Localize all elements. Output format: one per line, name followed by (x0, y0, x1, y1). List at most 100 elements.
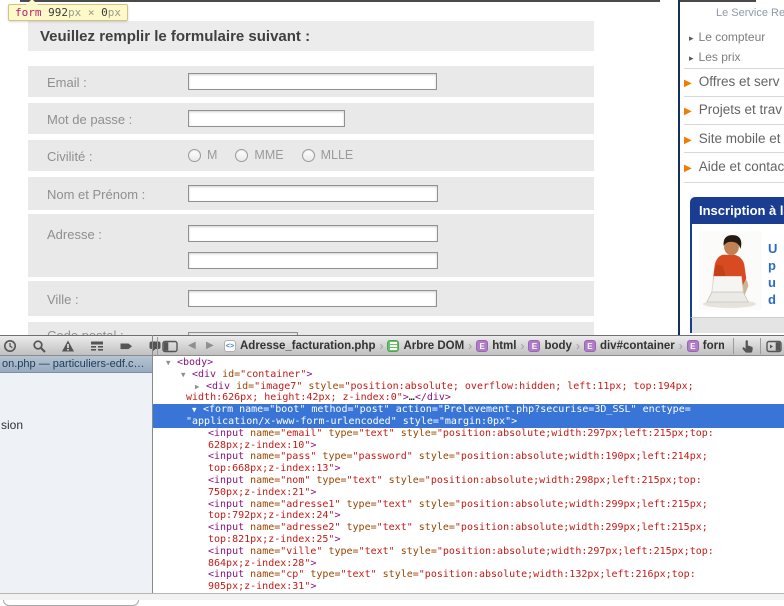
dom-tree: ▼<body>▼<div id="container">▶<div id="im… (153, 356, 784, 593)
back-icon[interactable]: ◀ (188, 340, 196, 351)
dom-tree-line[interactable]: "application/x-www-form-urlencoded" styl… (153, 416, 784, 428)
dom-tree-line[interactable]: ▶<div id="image7" style="position:absolu… (153, 381, 784, 393)
form-row-address: Adresse : (28, 214, 594, 277)
inspector-sidebar-title: on.php — particuliers-edf.c… (0, 356, 152, 373)
form-row-password: Mot de passe : (28, 103, 594, 134)
promo-text-line: p (768, 258, 776, 273)
records-icon[interactable] (89, 338, 105, 354)
orange-arrow-icon: ▶ (684, 78, 692, 89)
form-row-email: Email : (28, 66, 594, 97)
dom-tree-line[interactable]: <input name="adresse1" type="text" style… (153, 499, 784, 511)
radio-mlle-label: MLLE (321, 148, 354, 162)
orange-arrow-icon: ▶ (684, 163, 692, 174)
dom-tree-line[interactable]: 750px;z-index:21"> (153, 487, 784, 499)
element-icon: E (528, 340, 540, 352)
promo-text-line: U (768, 241, 777, 256)
orange-arrow-icon: ▶ (684, 106, 692, 117)
document-icon: <> (224, 340, 236, 352)
toggle-sidebar-left-icon[interactable] (162, 338, 178, 354)
radio-mme[interactable] (235, 149, 248, 162)
email-label: Email : (47, 75, 87, 90)
dom-tree-line[interactable]: width:626px; height:42px; z-index:0">…</… (153, 392, 784, 404)
dom-tree-line[interactable]: ▼<form name="boot" method="post" action=… (153, 404, 784, 416)
sidebar-item-mobile[interactable]: ▶Site mobile et (684, 131, 781, 146)
dom-tree-icon (387, 340, 399, 352)
password-field[interactable] (188, 110, 345, 127)
inspector-sidebar-item[interactable]: sion (1, 418, 23, 432)
search-icon[interactable] (31, 338, 47, 354)
address-label: Adresse : (47, 227, 102, 242)
divider (684, 96, 784, 97)
civility-label: Civilité : (47, 149, 93, 164)
radio-mlle[interactable] (302, 149, 315, 162)
email-field[interactable] (188, 73, 437, 90)
dom-tree-line[interactable]: ▼<div id="container"> (153, 369, 784, 381)
timeline-icon[interactable] (2, 338, 18, 354)
form-row-civility: Civilité : M MME MLLE (28, 140, 594, 171)
tooltip-tag: form (15, 6, 42, 19)
tooltip-arrow-icon (26, 0, 38, 5)
sidebar-item-projets[interactable]: ▶Projets et trav (684, 102, 782, 117)
breakpoints-icon[interactable] (118, 338, 134, 354)
dom-tree-line[interactable]: <input name="cp" type="text" style="posi… (153, 569, 784, 581)
chevron-right-icon: › (468, 339, 472, 353)
divider (684, 152, 784, 153)
element-icon: E (687, 340, 699, 352)
promo-text-line: d (768, 292, 776, 307)
breadcrumb-item-html[interactable]: E html (476, 340, 516, 352)
civility-radio-group: M MME MLLE (188, 148, 371, 162)
dom-tree-line[interactable]: <input name="ville" type="text" style="p… (153, 546, 784, 558)
dom-tree-line[interactable]: ▼<body> (153, 357, 784, 369)
console-icon[interactable] (147, 338, 163, 354)
promo-text-line: u (768, 275, 776, 290)
address-line1-field[interactable] (188, 225, 438, 242)
promo-body: U p u d (690, 224, 784, 317)
breadcrumb: <> Adresse_facturation.php › Arbre DOM ›… (224, 336, 724, 356)
breadcrumb-item-container[interactable]: E div#container (584, 340, 675, 352)
address-line2-field[interactable] (188, 252, 438, 269)
dom-tree-line[interactable]: <input name="adresse2" type="text" style… (153, 522, 784, 534)
content-divider (678, 0, 680, 335)
node-size-tooltip: form 992px × 0px (8, 4, 128, 21)
dom-tree-line[interactable]: <input name="email" type="text" style="p… (153, 428, 784, 440)
sidebar-item-compteur[interactable]: ▸Le compteur (689, 30, 765, 44)
chevron-right-icon: › (520, 339, 524, 353)
radio-m-label: M (207, 148, 217, 162)
radio-m[interactable] (188, 149, 201, 162)
breadcrumb-item-body[interactable]: E body (528, 340, 571, 352)
breadcrumb-item-domtree[interactable]: Arbre DOM (387, 340, 464, 352)
breadcrumb-item-form[interactable]: E form (687, 340, 724, 352)
toolbar-right-group (733, 338, 782, 354)
sidebar-item-prix[interactable]: ▸Les prix (689, 50, 741, 64)
triangle-icon: ▸ (689, 53, 694, 63)
sidebar-item-aide[interactable]: ▶Aide et contac (684, 159, 784, 174)
dom-tree-line[interactable]: top:668px;z-index:13"> (153, 463, 784, 475)
dom-tree-line[interactable]: 864px;z-index:28"> (153, 558, 784, 570)
city-field[interactable] (188, 290, 437, 307)
promo-box: Inscription à la U p u d (690, 197, 784, 333)
radio-mme-label: MME (254, 148, 283, 162)
triangle-icon: ▸ (689, 33, 694, 43)
toggle-sidebar-right-icon[interactable] (766, 338, 782, 354)
breadcrumb-item-file[interactable]: <> Adresse_facturation.php (224, 340, 375, 352)
service-heading: Le Service Rel (716, 7, 784, 19)
dom-tree-line[interactable]: 628px;z-index:10"> (153, 440, 784, 452)
inspector-bottom-bar (0, 593, 784, 600)
dom-tree-line[interactable]: <input name="nom" type="text" style="pos… (153, 475, 784, 487)
form-row-city: Ville : (28, 281, 594, 316)
dom-tree-line[interactable]: top:821px;z-index:25"> (153, 534, 784, 546)
chevron-right-icon: › (576, 339, 580, 353)
inspector-sidebar: on.php — particuliers-edf.c… sion (0, 356, 152, 600)
name-field[interactable] (188, 185, 438, 202)
inspect-hand-icon[interactable] (739, 338, 755, 354)
promo-footer (690, 317, 784, 333)
orange-arrow-icon: ▶ (684, 135, 692, 146)
dom-tree-line[interactable]: <input name="pass" type="password" style… (153, 451, 784, 463)
issues-warning-icon[interactable] (60, 338, 76, 354)
forward-icon[interactable]: ▶ (206, 340, 214, 351)
dom-tree-line[interactable]: 905px;z-index:31"> (153, 581, 784, 593)
sidebar-item-offres[interactable]: ▶Offres et serv (684, 74, 779, 89)
dom-tree-line[interactable]: top:792px;z-index:24"> (153, 510, 784, 522)
chevron-right-icon: › (679, 339, 683, 353)
form-row-name: Nom et Prénom : (28, 177, 594, 210)
